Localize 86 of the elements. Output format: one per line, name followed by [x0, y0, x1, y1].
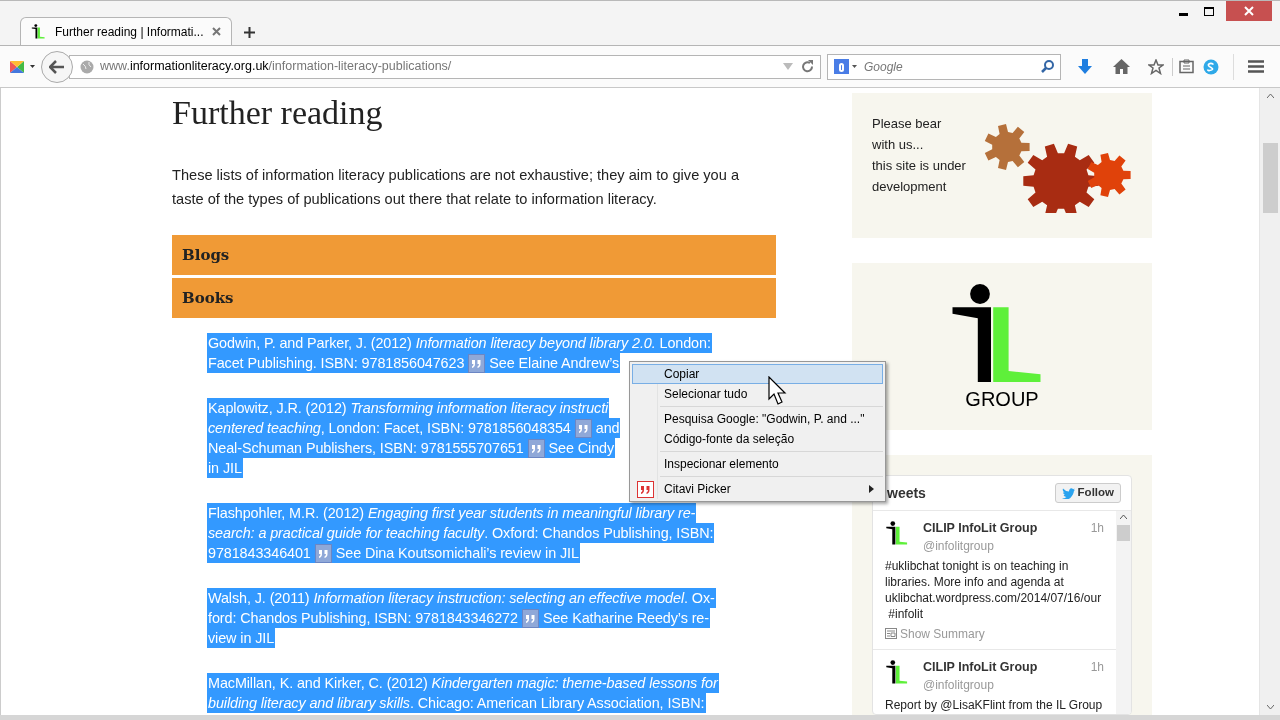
quote-icon[interactable]: [468, 353, 486, 373]
back-button[interactable]: [41, 50, 73, 83]
menu-item[interactable]: Copiar: [632, 364, 883, 384]
citation-text: Flashpohler, M.R. (2012) Engaging first year students in meaningful library re-: [207, 503, 697, 523]
new-tab-icon[interactable]: [244, 27, 255, 38]
quote-icon[interactable]: [314, 543, 332, 563]
scroll-thumb[interactable]: [1117, 525, 1130, 541]
notice-text: with us...: [872, 136, 925, 154]
citation-text: centered teaching, London: Facet, ISBN: 9781856048354: [207, 418, 572, 438]
citation-text: search: a practical guide for teaching faculty. Oxford: Chandos Publishing, ISBN:: [207, 523, 715, 543]
tweet-text: #infolit: [887, 605, 925, 622]
reload-icon[interactable]: [801, 60, 814, 73]
menu-item[interactable]: Pesquisa Google: "Godwin, P. and ...": [632, 409, 883, 429]
maximize-icon[interactable]: [1204, 7, 1214, 16]
mouse-cursor-icon: [768, 376, 788, 406]
scroll-down-icon[interactable]: [1266, 705, 1274, 709]
search-engine-logo[interactable]: [834, 59, 849, 74]
download-icon[interactable]: [1077, 58, 1093, 75]
submenu-arrow-icon: [869, 485, 874, 493]
search-input[interactable]: Google: [864, 57, 1041, 76]
close-icon[interactable]: [211, 27, 221, 36]
citation-text: See Katharine Reedy’s re-: [541, 608, 710, 628]
widget-title: weets: [887, 483, 926, 503]
chat-icon[interactable]: [1203, 58, 1219, 75]
star-icon[interactable]: [1148, 58, 1164, 75]
caret-icon[interactable]: [852, 65, 857, 68]
menu-item[interactable]: Citavi Picker: [632, 479, 883, 499]
site-favicon: [31, 23, 47, 40]
citation-text: Facet Publishing. ISBN: 9781856047623: [207, 353, 466, 373]
search-icon[interactable]: [1041, 60, 1054, 73]
addon-icon[interactable]: [8, 58, 26, 75]
quote-icon[interactable]: [527, 438, 545, 458]
citation-text: Godwin, P. and Parker, J. (2012) Information literacy beyond library 2.0. London:: [207, 333, 712, 353]
menu-item[interactable]: Inspecionar elemento: [632, 454, 883, 474]
citation-text: in JIL: [207, 458, 243, 478]
citation-text: Kaplowitz, J.R. (2012) Transforming information literacy instructi: [207, 398, 610, 418]
accordion-header[interactable]: Books: [172, 278, 776, 318]
caret-icon[interactable]: [30, 65, 35, 68]
page-heading: Further reading: [172, 93, 384, 133]
menu-icon[interactable]: [1248, 60, 1264, 73]
citation-text: view in JIL: [207, 628, 276, 648]
citation-text: Neal-Schuman Publishers, ISBN: 9781555707651: [207, 438, 525, 458]
citation-text: ford: Chandos Publishing, ISBN: 9781843346272: [207, 608, 519, 628]
citation-text: and: [594, 418, 621, 438]
tweet-text: libraries. More info and agenda at: [885, 573, 1065, 590]
quote-icon[interactable]: [521, 608, 539, 628]
citation-text: 9781843346401: [207, 543, 312, 563]
notice-text: Please bear: [872, 115, 943, 133]
menu-item[interactable]: Selecionar tudo: [632, 384, 883, 404]
quote-icon[interactable]: [574, 418, 592, 438]
quote-icon: [637, 480, 654, 498]
globe-icon: [80, 59, 94, 74]
citation-text: building literacy and library skills. Chicago: American Library Association, ISBN:: [207, 693, 706, 713]
address-bar[interactable]: www.informationliteracy.org.uk/information-literacy-publications/: [69, 54, 821, 79]
scrollbar[interactable]: [1116, 511, 1131, 714]
menu-item[interactable]: Código-fonte da seleção: [632, 429, 883, 449]
home-icon[interactable]: [1113, 59, 1130, 74]
scroll-thumb[interactable]: [1262, 143, 1278, 213]
bird-icon: [1061, 487, 1075, 499]
accordion-header[interactable]: Blogs: [172, 235, 776, 275]
tweet-author[interactable]: CILIP InfoLit Group: [923, 519, 1038, 538]
notice-text: this site is under: [872, 157, 967, 175]
citation-text: Walsh, J. (2011) Information literacy instruction: selecting an effective model. Ox-: [207, 588, 716, 608]
logo-caption: GROUP: [965, 389, 1039, 410]
search-field[interactable]: Google: [827, 53, 1061, 80]
tweet-text: Report by @LisaKFlint from the IL Group: [885, 696, 1104, 713]
notice-text: development: [872, 178, 948, 196]
citation-text: See Elaine Andrew’s: [488, 353, 621, 373]
tweet-text: uklibchat.wordpress.com/2014/07/16/our: [885, 589, 1103, 606]
citation-text: See Cindy: [547, 438, 616, 458]
scroll-up-icon[interactable]: [1120, 515, 1127, 519]
citation-text: See Dina Koutsomichali’s review in JIL: [334, 543, 580, 563]
close-icon: [1244, 6, 1254, 16]
citation-text: MacMillan, K. and Kirker, C. (2012) Kindergarten magic: theme-based lessons for: [207, 673, 719, 693]
tweet-text: #uklibchat tonight is on teaching in: [885, 557, 1070, 574]
url-text: www.informationliteracy.org.uk/information-literacy-publications/: [100, 58, 452, 76]
back-arrow-icon: [49, 59, 65, 74]
clipboard-icon[interactable]: [1179, 59, 1194, 74]
intro-paragraph: These lists of information literacy publications are not exhaustive; they aim to give you a taste of the types of publications out there that relate to information literacy.: [172, 166, 740, 209]
window-close-button[interactable]: [1226, 1, 1272, 21]
follow-button[interactable]: Follow: [1054, 483, 1121, 503]
tweet-author[interactable]: CILIP InfoLit Group: [923, 657, 1038, 677]
scroll-up-icon[interactable]: [1266, 94, 1274, 98]
page-scrollbar[interactable]: [1259, 88, 1280, 715]
browser-tab[interactable]: Further reading | Informati...: [20, 17, 232, 45]
summary-icon: [885, 628, 897, 640]
